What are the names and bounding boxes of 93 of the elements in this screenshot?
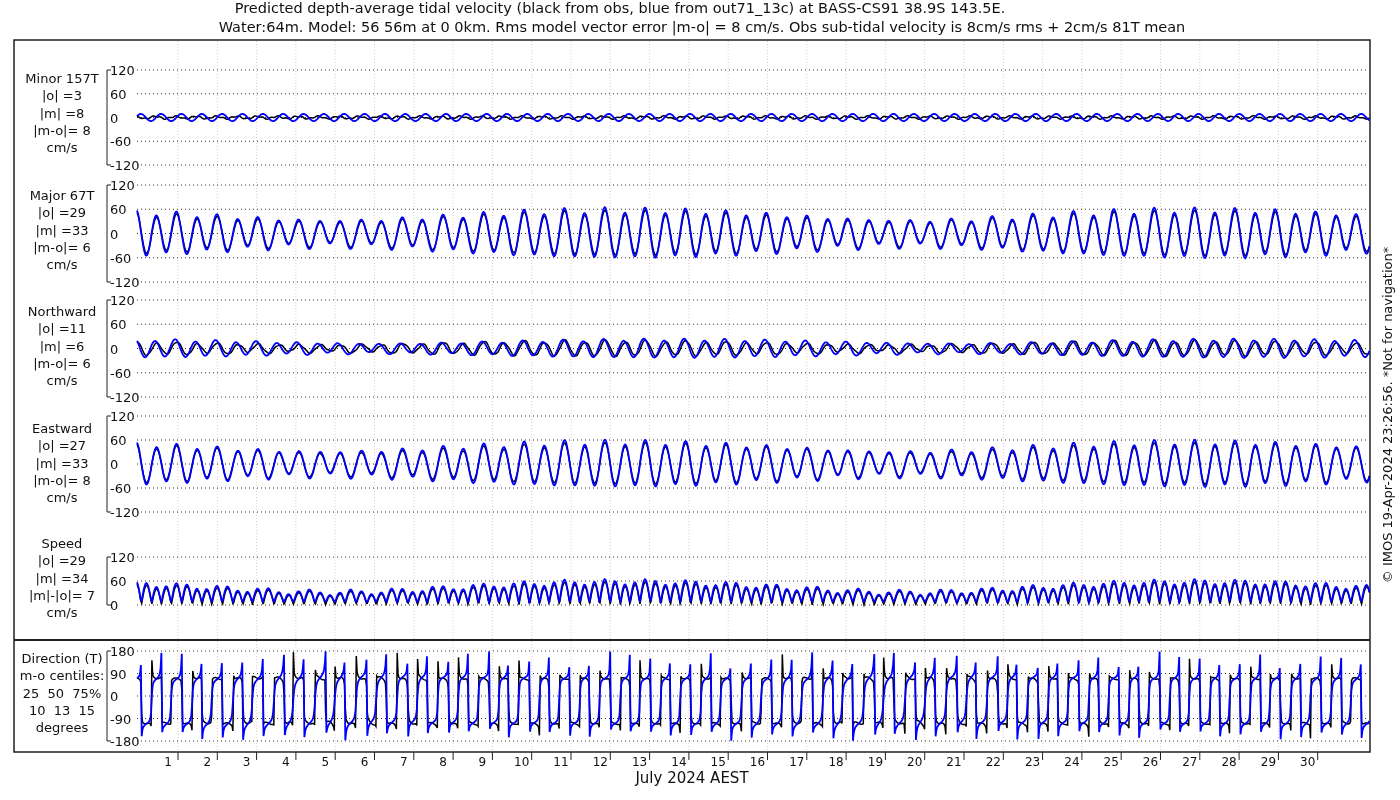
tick-label: 0 [110,598,119,613]
axis-label: |m| =33 [35,455,89,471]
tick-label: 60 [110,574,127,589]
tick-label: -60 [110,481,132,496]
tick-label: 6 [360,755,369,769]
tick-label: 25 [1103,755,1119,769]
tick-label: 0 [110,110,119,126]
tick-label: 1 [164,755,172,769]
axis-label: Speed [41,536,83,551]
axis-label: cm/s [46,140,78,156]
tick-label: -120 [110,275,140,290]
tick-label: 0 [110,341,119,357]
tick-label: 13 [631,755,648,769]
chart-title: Predicted depth-average tidal velocity (black from obs, blue from out71_13c) at BASS-CS91 38.9S 143.5E. [234,0,1006,16]
tick-label: 60 [110,433,127,448]
tick-label: 3 [242,755,251,769]
tick-label: 9 [478,755,487,769]
tick-label: 120 [110,63,135,78]
axis-label: |m|-|o|= 7 [28,587,96,603]
tick-label: 26 [1142,755,1159,769]
tick-label: 24 [1064,755,1080,769]
tick-label: 29 [1260,755,1277,769]
tick-label: 0 [110,226,119,242]
axis-label: Direction (T) [21,651,103,666]
tick-label: 0 [110,457,119,472]
axis-label: Major 67T [29,188,95,203]
tick-label: 90 [110,666,127,682]
axis-label: Minor 157T [25,71,99,86]
tick-label: -180 [110,734,140,749]
tick-label: 7 [400,755,408,769]
tick-label: 18 [828,755,844,769]
tick-label: 23 [1024,755,1041,769]
tick-label: 27 [1182,755,1198,769]
tick-label: 120 [110,409,135,424]
axis-label: |m-o|= 8 [33,122,91,138]
axis-label: cm/s [46,257,78,273]
tick-label: 21 [946,755,962,769]
tick-label: 22 [985,755,1001,769]
copyright-note: © IMOS 19-Apr-2024 23:26:56. *Not for navigation* [1380,246,1395,584]
tick-label: -60 [110,250,132,266]
tick-label: 30 [1300,755,1316,769]
axis-label: |m| =34 [35,570,89,586]
axis-label: |o| =27 [37,438,87,454]
tick-label: 120 [110,550,135,565]
tick-label: -60 [110,134,132,150]
tick-label: -90 [110,711,132,727]
tick-label: 4 [282,755,290,769]
tick-label: 60 [110,317,127,333]
tick-label: 10 [514,755,530,769]
tick-label: 2 [203,755,212,769]
tick-label: -120 [110,158,140,173]
axis-label: cm/s [46,373,78,389]
axis-label: Eastward [32,421,92,436]
axis-label: cm/s [46,605,78,621]
chart-title: Water:64m. Model: 56 56m at 0 0km. Rms model vector error |m-o| = 8 cm/s. Obs sub-tidal velocity is 8cm/s rms + 2cm/s 81T mean [218,19,1186,35]
tick-label: 28 [1221,755,1237,769]
tick-label: 12 [592,755,608,769]
tick-label: 11 [553,755,569,769]
axis-label: |o| =3 [42,88,82,104]
axis-label: |m-o|= 8 [33,472,91,488]
axis-title: July 2024 AEST [635,769,749,787]
tick-label: 16 [749,755,766,769]
tick-label: 8 [439,755,447,769]
axis-label: m-o centiles: [19,668,105,684]
axis-label: cm/s [46,490,78,506]
tick-label: 180 [110,644,135,659]
axis-label: degrees [35,720,89,736]
tick-label: -120 [110,390,140,405]
axis-label: |m| =6 [39,338,85,354]
axis-label: Northward [27,304,97,319]
tick-label: 60 [110,86,127,102]
axis-label: |o| =29 [37,205,87,221]
tick-label: 19 [867,755,884,769]
axis-label: |m| =8 [39,105,85,121]
tick-label: -60 [110,365,132,381]
tick-label: 60 [110,202,127,218]
tick-label: 120 [110,178,135,193]
tick-label: 14 [671,755,687,769]
axis-label: |o| =29 [37,553,87,569]
tick-label: 15 [710,755,726,769]
axis-label: |m-o|= 6 [33,239,91,255]
axis-label: |o| =11 [37,321,87,337]
axis-label: 10 13 15 [28,702,96,718]
axis-label: |m| =33 [35,222,89,238]
tick-label: 0 [110,689,119,704]
y-axis [106,556,112,606]
axis-label: 25 50 75% [22,685,102,701]
tick-label: 5 [321,755,329,769]
tick-label: 17 [789,755,805,769]
axis-label: |m-o|= 6 [33,355,91,371]
tick-label: 120 [110,293,135,308]
tick-label: 20 [907,755,923,769]
tick-label: -120 [110,505,140,520]
